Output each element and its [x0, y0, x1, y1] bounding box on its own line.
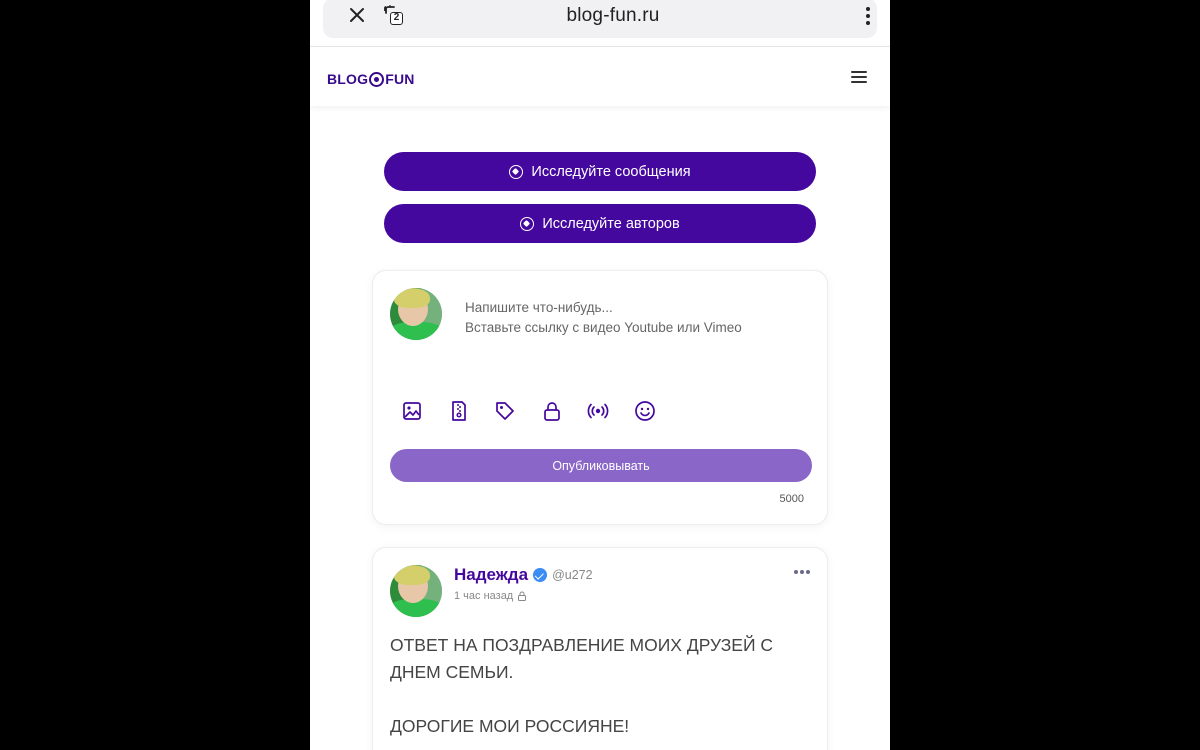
logo-text-left: BLOG — [327, 71, 369, 87]
privacy-lock-icon — [518, 591, 527, 601]
post-time-text: 1 час назад — [454, 590, 514, 602]
url-text[interactable]: blog-fun.ru — [323, 5, 890, 27]
explore-authors-button[interactable]: Исследуйте авторов — [384, 204, 816, 243]
image-icon[interactable] — [401, 400, 423, 422]
smile-icon[interactable] — [634, 400, 656, 422]
hamburger-icon[interactable] — [851, 71, 867, 84]
logo-text-right: FUN — [385, 71, 415, 87]
post-composer: Напишите что-нибудь... Вставьте ссылку с… — [372, 270, 828, 525]
lock-icon[interactable] — [541, 400, 563, 422]
avatar[interactable] — [390, 288, 442, 340]
explore-posts-button[interactable]: Исследуйте сообщения — [384, 152, 816, 191]
more-vert-icon[interactable] — [861, 4, 875, 28]
author-handle: @u272 — [552, 568, 593, 582]
explore-posts-label: Исследуйте сообщения — [531, 163, 691, 180]
composer-placeholder-line2[interactable]: Вставьте ссылку с видео Youtube или Vime… — [465, 320, 742, 335]
composer-placeholder-line1[interactable]: Напишите что-нибудь... — [465, 300, 613, 315]
post-timestamp: 1 час назад — [454, 590, 527, 602]
broadcast-icon[interactable] — [587, 400, 609, 422]
post-paragraph: ОТВЕТ НА ПОЗДРАВЛЕНИЕ МОИХ ДРУЗЕЙ С ДНЕМ… — [390, 635, 774, 682]
address-bar[interactable]: 2 blog-fun.ru — [323, 0, 877, 38]
site-header: BLOG FUN — [310, 46, 890, 106]
author-avatar[interactable] — [390, 565, 442, 617]
post-author: Надежда @u272 — [454, 565, 593, 585]
post-body: ОТВЕТ НА ПОЗДРАВЛЕНИЕ МОИХ ДРУЗЕЙ С ДНЕМ… — [390, 632, 810, 750]
publish-button[interactable]: Опубликовывать — [390, 449, 812, 482]
file-zip-icon[interactable] — [448, 400, 470, 422]
post-paragraph: ДОРОГИЕ МОИ РОССИЯНЕ! — [390, 716, 630, 736]
author-name[interactable]: Надежда — [454, 565, 528, 585]
compass-icon — [509, 164, 524, 179]
post-options-icon[interactable] — [794, 570, 810, 574]
explore-authors-label: Исследуйте авторов — [542, 215, 680, 232]
logo-ring-icon — [369, 71, 385, 87]
compass-icon — [520, 216, 535, 231]
tag-icon[interactable] — [494, 400, 516, 422]
browser-toolbar: 2 blog-fun.ru — [310, 0, 890, 46]
verified-badge-icon — [533, 568, 548, 582]
post-card: Надежда @u272 1 час назад ОТВЕТ НА ПОЗДР… — [372, 547, 828, 750]
char-limit-counter: 5000 — [779, 493, 804, 505]
phone-screen: 2 blog-fun.ru BLOG FUN Исследуйте сообще… — [310, 0, 890, 750]
site-logo[interactable]: BLOG FUN — [327, 69, 415, 89]
